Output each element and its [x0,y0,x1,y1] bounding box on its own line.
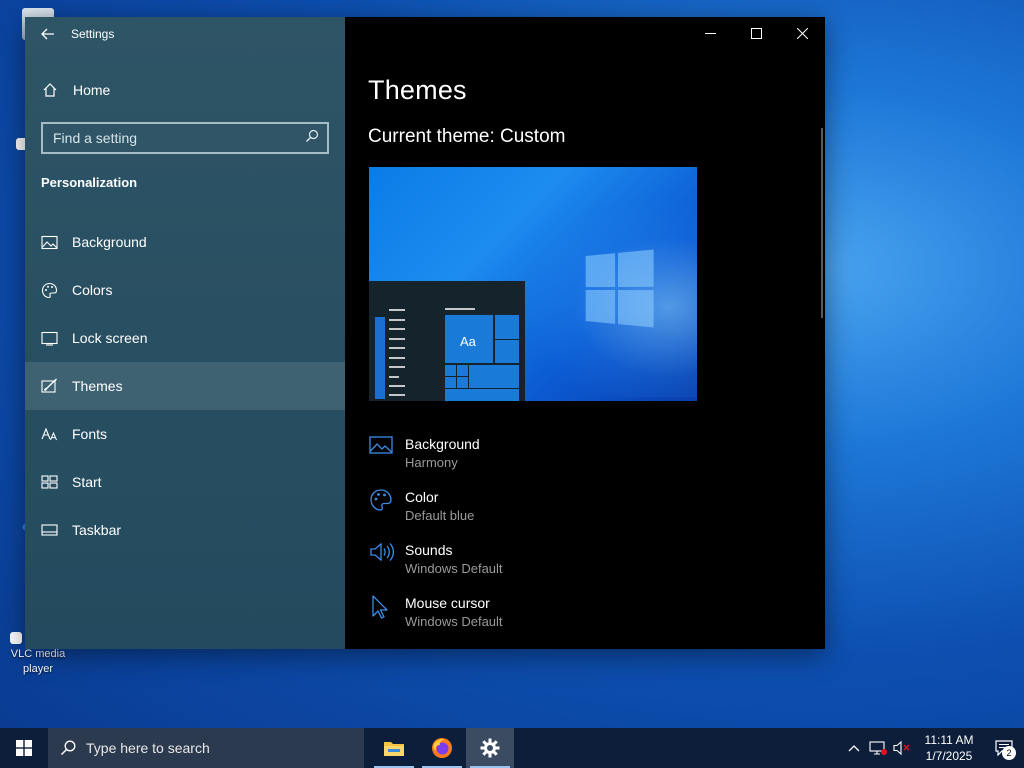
shortcut-icon [10,632,22,644]
nav-item-colors[interactable]: Colors [25,266,345,314]
close-button[interactable] [779,17,825,49]
network-button[interactable] [866,728,890,768]
nav-item-label: Themes [72,378,123,394]
window-title: Settings [71,27,115,41]
maximize-icon [750,27,762,39]
nav-item-label: Lock screen [72,330,148,346]
maximize-button[interactable] [733,17,779,49]
nav-item-lock-screen[interactable]: Lock screen [25,314,345,362]
cursor-icon [369,594,405,622]
fonts-icon [40,425,58,443]
nav-item-fonts[interactable]: Fonts [25,410,345,458]
home-label: Home [73,82,111,98]
theme-setting-background[interactable]: Background Harmony [369,435,503,488]
taskbar-app-file-explorer[interactable] [370,728,418,768]
taskbar-clock[interactable]: 11:11 AM 1/7/2025 [914,732,984,764]
nav-item-label: Fonts [72,426,108,442]
taskbar-icon [40,521,58,539]
settings-gear-icon [480,738,500,758]
close-icon [796,27,808,39]
setting-name: Color [405,489,439,505]
page-title: Themes [368,75,467,105]
taskbar-app-settings[interactable] [466,728,514,768]
themes-icon [40,377,58,395]
setting-name: Mouse cursor [405,595,490,611]
windows-logo-graphic [585,249,655,328]
preview-tile-label: Aa [460,334,476,349]
notification-count-badge: 2 [1002,746,1016,760]
nav-list: Background Colors Lock screen Themes Fon… [25,218,345,554]
settings-sidebar: Settings Home Personalization Background [25,17,345,649]
window-controls [687,17,825,49]
system-tray: 11:11 AM 1/7/2025 2 [842,728,1024,768]
back-arrow-icon [41,28,54,40]
lock-screen-icon [40,329,58,347]
taskbar: 11:11 AM 1/7/2025 2 [0,728,1024,768]
taskbar-search-box[interactable] [48,728,364,768]
action-center-button[interactable]: 2 [984,728,1024,768]
nav-item-label: Taskbar [72,522,122,538]
minimize-icon [704,32,716,34]
palette-icon [369,488,405,516]
settings-search-input[interactable] [53,130,305,146]
file-explorer-icon [384,742,404,756]
setting-name: Background [405,436,480,452]
scrollbar[interactable] [821,128,823,318]
setting-value: Harmony [405,455,458,470]
settings-search-box[interactable] [41,122,329,154]
network-icon [869,741,887,755]
current-theme-label: Current theme: Custom [368,126,566,147]
volume-muted-icon [893,740,910,756]
theme-settings-list: Background Harmony Color Default blue So… [369,435,503,647]
home-icon [41,81,59,99]
settings-main-pane: Themes Current theme: Custom Aa Backgrou… [345,17,825,649]
setting-name: Sounds [405,542,453,558]
volume-button[interactable] [890,728,914,768]
speaker-icon [369,541,405,569]
nav-item-taskbar[interactable]: Taskbar [25,506,345,554]
theme-setting-sounds[interactable]: Sounds Windows Default [369,541,503,594]
search-icon[interactable] [305,129,319,148]
picture-icon [369,435,405,463]
search-icon [60,740,76,756]
nav-home[interactable]: Home [25,77,345,103]
nav-item-start[interactable]: Start [25,458,345,506]
taskbar-app-firefox[interactable] [418,728,466,768]
chevron-up-icon [848,745,860,752]
section-heading: Personalization [41,175,138,190]
show-hidden-icons-button[interactable] [842,728,866,768]
settings-window: Settings Home Personalization Background [25,17,825,649]
picture-icon [40,233,58,251]
firefox-icon [432,738,452,758]
nav-item-label: Background [72,234,147,250]
clock-time: 11:11 AM [924,733,974,747]
start-button[interactable] [0,728,48,768]
clock-date: 1/7/2025 [925,749,973,763]
title-bar: Settings [25,17,345,51]
nav-item-label: Colors [72,282,113,298]
windows-start-icon [16,740,32,756]
palette-icon [40,281,58,299]
nav-item-themes[interactable]: Themes [25,362,345,410]
theme-setting-color[interactable]: Color Default blue [369,488,503,541]
preview-start-menu: Aa [369,281,525,401]
preview-start-graphic [375,308,519,401]
start-icon [40,473,58,491]
setting-value: Default blue [405,508,475,523]
theme-preview-image: Aa [369,167,697,401]
taskbar-search-input[interactable] [86,740,326,756]
nav-item-background[interactable]: Background [25,218,345,266]
setting-value: Windows Default [405,561,503,576]
minimize-button[interactable] [687,17,733,49]
nav-item-label: Start [72,474,102,490]
back-button[interactable] [25,17,71,51]
setting-value: Windows Default [405,614,503,629]
taskbar-apps [370,728,514,768]
theme-setting-mouse-cursor[interactable]: Mouse cursor Windows Default [369,594,503,647]
